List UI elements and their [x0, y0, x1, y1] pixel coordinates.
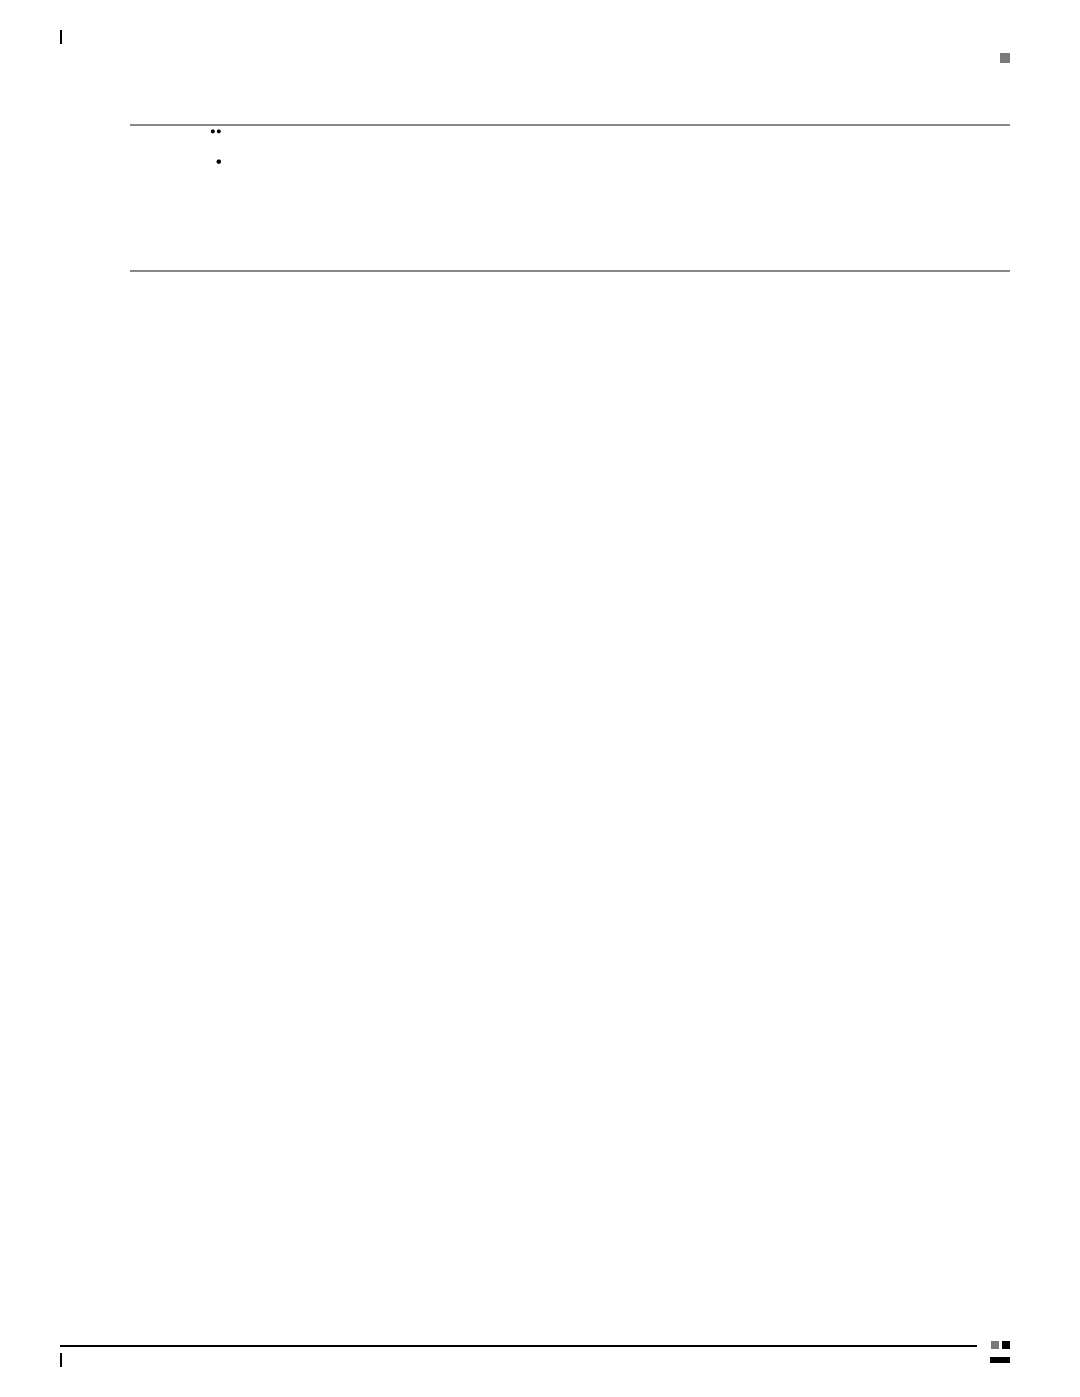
- step-2: [130, 148, 1010, 158]
- step-6-label: [130, 208, 210, 210]
- step-9-label: [130, 252, 210, 254]
- step-1: [130, 136, 1010, 142]
- page-footer: [60, 1341, 1010, 1367]
- step-5: [130, 188, 1010, 202]
- header-square-icon: [1000, 53, 1010, 63]
- step-8: [130, 232, 1010, 246]
- header-chapter: [60, 30, 1010, 44]
- footer-square-black-icon: [1002, 1341, 1010, 1349]
- step-2-label: [130, 148, 210, 150]
- step-6: [130, 208, 1010, 214]
- header-section: [60, 50, 1010, 64]
- footer-square-grey-icon: [991, 1341, 999, 1349]
- steps-bottom-rule: [130, 270, 1010, 272]
- steps-top-rule: [130, 124, 1010, 126]
- step-3-label: [130, 164, 210, 166]
- step-1-label: [130, 136, 210, 138]
- step-8-label: [130, 232, 210, 234]
- footer-page-number: [990, 1357, 1010, 1363]
- step-7-label: [130, 220, 210, 222]
- step-5-label: [130, 188, 210, 190]
- step-4: [130, 176, 1010, 182]
- step-4-label: [130, 176, 210, 178]
- step-7: [130, 220, 1010, 226]
- step-9: [130, 252, 1010, 258]
- step-3: [130, 164, 1010, 170]
